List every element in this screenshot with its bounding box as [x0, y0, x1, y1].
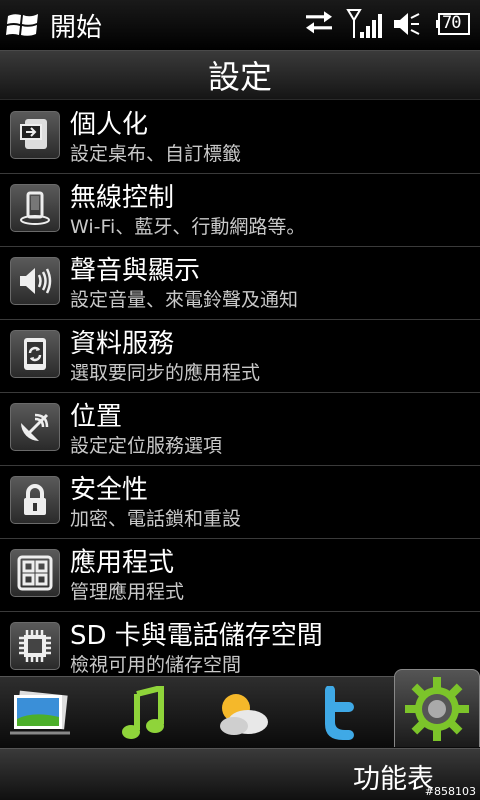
tab-photos[interactable]	[2, 681, 78, 747]
tab-music[interactable]	[106, 681, 182, 747]
tab-bar	[0, 669, 480, 748]
photos-icon	[10, 690, 70, 735]
battery-icon: 70	[436, 13, 470, 35]
settings-item-title: 安全性	[70, 475, 149, 505]
start-button[interactable]: 開始	[0, 0, 102, 50]
status-icons[interactable]: 70	[304, 8, 470, 40]
settings-item-location[interactable]: 位置 設定定位服務選項	[0, 393, 480, 466]
settings-item-personalize[interactable]: 個人化 設定桌布、自訂標籤	[0, 101, 480, 174]
title-bar: 設定	[0, 50, 480, 100]
tab-weather[interactable]	[204, 681, 280, 747]
satellite-icon	[10, 403, 60, 451]
settings-item-applications[interactable]: 應用程式 管理應用程式	[0, 539, 480, 612]
settings-item-title: SD 卡與電話儲存空間	[70, 621, 323, 651]
signal-icon	[346, 9, 382, 38]
settings-item-subtitle: 設定定位服務選項	[70, 435, 223, 457]
watermark: #858103	[424, 785, 476, 798]
chip-icon	[10, 622, 60, 670]
weather-icon	[220, 694, 268, 735]
settings-item-title: 個人化	[70, 110, 149, 140]
settings-item-subtitle: 設定桌布、自訂標籤	[70, 143, 242, 165]
settings-item-subtitle: 選取要同步的應用程式	[70, 362, 261, 384]
personalize-icon	[10, 111, 60, 159]
music-icon	[122, 686, 164, 739]
twitter-icon	[325, 686, 354, 740]
menu-button[interactable]: 功能表	[353, 757, 434, 796]
start-label: 開始	[50, 12, 103, 43]
settings-item-storage[interactable]: SD 卡與電話儲存空間 檢視可用的儲存空間	[0, 612, 480, 675]
settings-item-subtitle: 加密、電話鎖和重設	[70, 508, 242, 530]
tab-settings[interactable]	[394, 669, 480, 747]
apps-grid-icon	[10, 549, 60, 597]
settings-item-subtitle: 設定音量、來電鈴聲及通知	[70, 289, 299, 311]
settings-item-title: 資料服務	[70, 329, 175, 359]
data-transfer-icon	[306, 11, 332, 34]
speaker-icon	[10, 257, 60, 305]
mute-icon	[394, 13, 420, 35]
settings-item-sound-display[interactable]: 聲音與顯示 設定音量、來電鈴聲及通知	[0, 247, 480, 320]
settings-item-title: 聲音與顯示	[70, 256, 201, 286]
settings-item-security[interactable]: 安全性 加密、電話鎖和重設	[0, 466, 480, 539]
wireless-icon	[10, 184, 60, 232]
settings-item-title: 位置	[70, 402, 123, 432]
lock-icon	[10, 476, 60, 524]
tab-twitter[interactable]	[302, 681, 378, 747]
settings-item-data-services[interactable]: 資料服務 選取要同步的應用程式	[0, 320, 480, 393]
battery-level: 70	[442, 13, 462, 33]
softkey-bar: 功能表 #858103	[0, 748, 480, 800]
sync-icon	[10, 330, 60, 378]
settings-item-subtitle: 管理應用程式	[70, 581, 185, 603]
settings-item-subtitle: Wi-Fi、藍牙、行動網路等。	[70, 216, 306, 238]
settings-item-wireless[interactable]: 無線控制 Wi-Fi、藍牙、行動網路等。	[0, 174, 480, 247]
settings-list[interactable]: 個人化 設定桌布、自訂標籤 無線控制 Wi-Fi、藍牙、行動網路等。 聲音與顯示…	[0, 101, 480, 675]
settings-item-title: 應用程式	[70, 548, 175, 578]
page-title: 設定	[207, 58, 272, 96]
settings-gear-icon	[405, 676, 469, 741]
windows-flag-icon	[6, 14, 38, 36]
status-bar: 開始 70	[0, 0, 480, 50]
settings-item-subtitle: 檢視可用的儲存空間	[70, 654, 242, 675]
settings-item-title: 無線控制	[70, 183, 175, 213]
